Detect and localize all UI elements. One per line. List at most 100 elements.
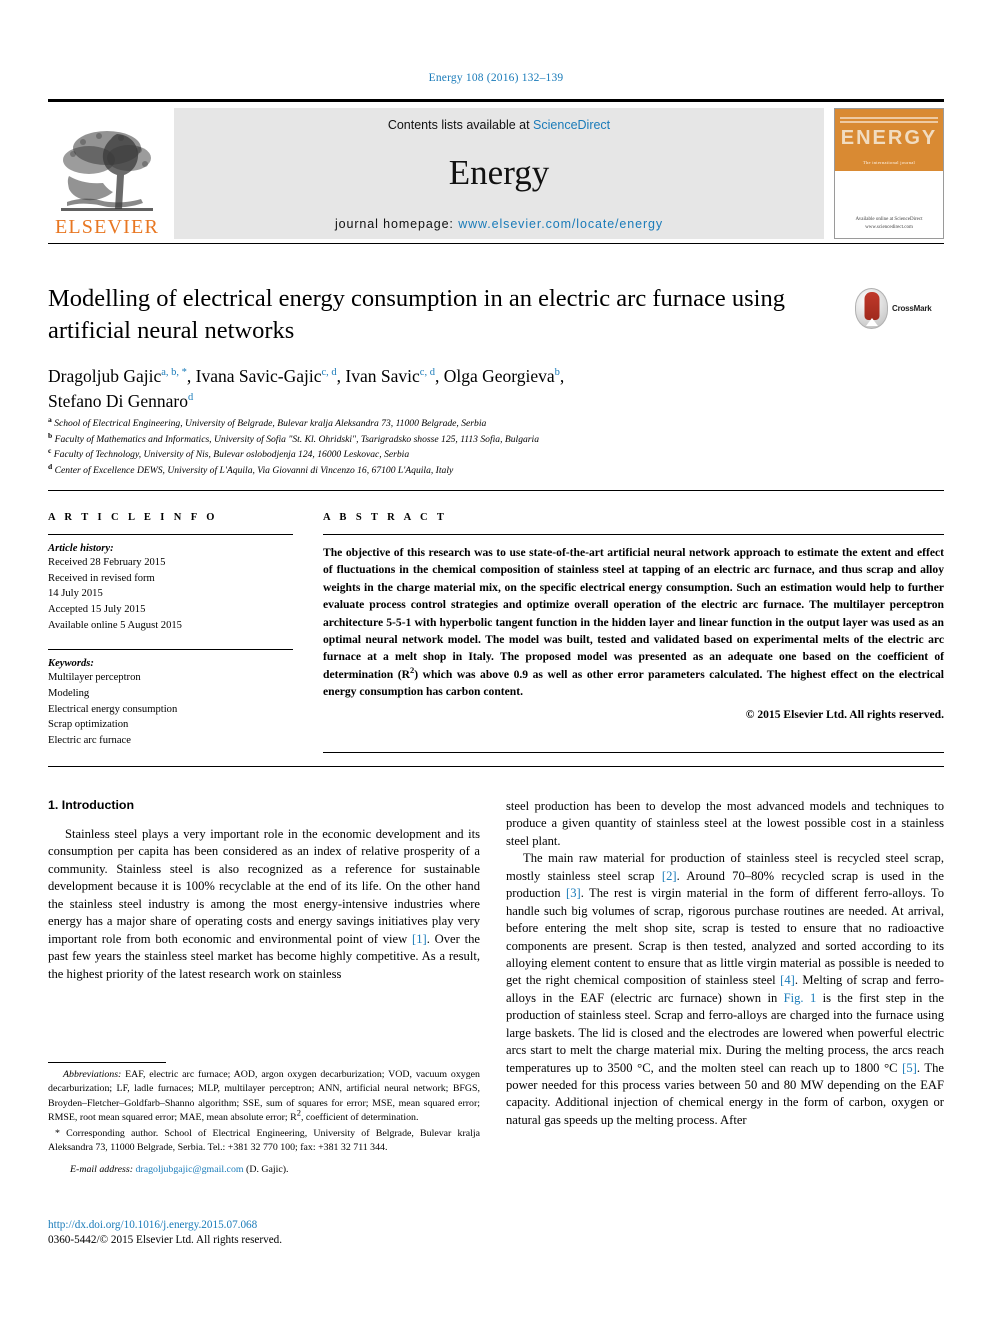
affiliation-list: a School of Electrical Engineering, Univ… xyxy=(48,416,908,478)
body-column-left: 1. Introduction Stainless steel plays a … xyxy=(48,798,480,983)
author-name: Stefano Di Gennaro xyxy=(48,391,188,412)
elsevier-tree-icon xyxy=(55,122,159,216)
doi-link[interactable]: http://dx.doi.org/10.1016/j.energy.2015.… xyxy=(48,1218,498,1233)
journal-cover-thumbnail: ENERGY The international journal Availab… xyxy=(834,108,944,239)
keyword-item: Modeling xyxy=(48,688,90,700)
paragraph: Stainless steel plays a very important r… xyxy=(48,826,480,983)
author-affil-marks: c, d xyxy=(321,366,337,378)
footnotes-block: Abbreviations: EAF, electric arc furnace… xyxy=(48,1068,480,1179)
running-head: Energy 108 (2016) 132–139 xyxy=(428,72,564,84)
journal-homepage-line: journal homepage: www.elsevier.com/locat… xyxy=(335,217,663,231)
keyword-item: Multilayer perceptron xyxy=(48,672,141,684)
author-list: Dragoljub Gajica, b, *, Ivana Savic-Gaji… xyxy=(48,364,838,415)
paragraph-text: Stainless steel plays a very important r… xyxy=(48,827,480,946)
article-history-item: Received in revised form xyxy=(48,572,155,584)
info-divider-top xyxy=(48,490,944,491)
paragraph: The main raw material for production of … xyxy=(506,850,944,1129)
affiliation-text: Center of Excellence DEWS, University of… xyxy=(54,464,454,476)
info-divider-bottom xyxy=(48,766,944,767)
citation-ref-3[interactable]: [3] xyxy=(566,886,581,900)
paper-page: Energy 108 (2016) 132–139 ELSEVIER Conte… xyxy=(0,0,992,1323)
citation-ref-2[interactable]: [2] xyxy=(662,869,677,883)
keyword-item: Electrical energy consumption xyxy=(48,703,178,715)
abstract-text-part2: ) which was above 0.9 as well as other e… xyxy=(323,667,944,699)
paragraph-text: steel production has been to develop the… xyxy=(506,799,944,848)
abbreviations-label: Abbreviations: xyxy=(63,1069,122,1080)
keyword-item: Scrap optimization xyxy=(48,719,129,731)
article-history-item: 14 July 2015 xyxy=(48,588,103,600)
keywords-rule xyxy=(48,649,293,651)
affiliation-item: a School of Electrical Engineering, Univ… xyxy=(48,416,908,432)
page-title: Modelling of electrical energy consumpti… xyxy=(48,285,785,344)
affiliation-mark: b xyxy=(48,430,53,440)
footnote-abbreviations: Abbreviations: EAF, electric arc furnace… xyxy=(48,1068,480,1125)
author-name: Olga Georgieva xyxy=(443,365,555,386)
author-name: Ivan Savic xyxy=(345,365,420,386)
abstract-text-part1: The objective of this research was to us… xyxy=(323,546,944,681)
homepage-prefix: journal homepage: xyxy=(334,217,459,231)
email-owner: (D. Gajic). xyxy=(243,1163,289,1175)
affiliation-text: School of Electrical Engineering, Univer… xyxy=(54,418,487,429)
abstract-rule xyxy=(323,534,944,535)
cover-bottom-panel: Available online at ScienceDirect www.sc… xyxy=(835,171,943,238)
journal-homepage-link[interactable]: www.elsevier.com/locate/energy xyxy=(458,217,663,231)
section-heading-introduction: 1. Introduction xyxy=(48,798,135,812)
article-history-item: Received 28 February 2015 xyxy=(48,557,166,568)
cover-sciencedirect-note: Available online at ScienceDirect www.sc… xyxy=(855,217,923,230)
sciencedirect-link[interactable]: ScienceDirect xyxy=(533,118,610,132)
author-name: Ivana Savic-Gajic xyxy=(195,365,322,386)
article-info-heading: A R T I C L E I N F O xyxy=(48,512,218,523)
author-name: Dragoljub Gajic xyxy=(48,365,162,386)
affiliation-mark: a xyxy=(48,414,52,424)
email-link[interactable]: dragoljubgajic@gmail.com xyxy=(135,1164,243,1175)
cover-top-panel: ENERGY The international journal xyxy=(835,109,943,171)
paragraph: steel production has been to develop the… xyxy=(506,798,944,850)
author-affil-marks: d xyxy=(187,392,194,404)
cover-journal-title: ENERGY xyxy=(840,127,938,149)
citation-ref-1[interactable]: [1] xyxy=(412,932,427,946)
footnote-corresponding-author: * Corresponding author. School of Electr… xyxy=(48,1128,480,1154)
footnote-email: E-mail address: dragoljubgajic@gmail.com… xyxy=(48,1163,480,1177)
figure-ref-1[interactable]: Fig. 1 xyxy=(784,991,817,1005)
abstract-block: A B S T R A C T The objective of this re… xyxy=(323,512,944,721)
contents-available-line: Contents lists available at ScienceDirec… xyxy=(388,118,610,132)
elsevier-logo: ELSEVIER xyxy=(48,108,166,239)
citation-ref-4[interactable]: [4] xyxy=(780,973,795,987)
crossmark-badge[interactable]: CrossMark xyxy=(855,287,932,329)
citation-ref-5[interactable]: [5] xyxy=(902,1061,917,1075)
abstract-heading: A B S T R A C T xyxy=(323,512,448,523)
crossmark-label: CrossMark xyxy=(892,303,932,313)
affiliation-item: b Faculty of Mathematics and Informatics… xyxy=(48,430,908,448)
journal-masthead: ELSEVIER Contents lists available at Sci… xyxy=(48,99,944,239)
article-history-item: Accepted 15 July 2015 xyxy=(48,604,146,616)
abstract-divider-bottom xyxy=(323,752,944,753)
author-sep: , xyxy=(559,365,565,386)
footnote-divider xyxy=(48,1062,166,1063)
affiliation-mark: c xyxy=(48,445,52,455)
affiliation-item: d Center of Excellence DEWS, University … xyxy=(48,461,908,479)
email-label: E-mail address: xyxy=(70,1163,133,1175)
affiliation-text: Faculty of Technology, University of Nis… xyxy=(53,449,410,461)
author-affil-marks: a, b, * xyxy=(161,366,187,378)
journal-band: Contents lists available at ScienceDirec… xyxy=(174,108,824,239)
article-info-rule xyxy=(48,534,293,535)
article-info-block: A R T I C L E I N F O Article history: R… xyxy=(48,512,296,749)
affiliation-mark: d xyxy=(48,461,53,471)
affiliation-item: c Faculty of Technology, University of N… xyxy=(48,447,908,463)
abbreviations-tail: , coefficient of determination. xyxy=(300,1111,419,1123)
cover-journal-subtitle: The international journal xyxy=(862,160,916,165)
cover-microtext-lines xyxy=(840,117,938,123)
issn-copyright: 0360-5442/© 2015 Elsevier Ltd. All right… xyxy=(48,1234,283,1247)
keywords-label: Keywords: xyxy=(48,658,94,670)
affiliation-text: Faculty of Mathematics and Informatics, … xyxy=(54,433,539,445)
article-history-label: Article history: xyxy=(48,543,114,554)
body-column-right: steel production has been to develop the… xyxy=(506,798,944,1129)
contents-prefix: Contents lists available at xyxy=(387,118,534,132)
crossmark-icon xyxy=(855,287,888,329)
author-affil-marks: c, d xyxy=(419,366,435,378)
footer-doi-block: http://dx.doi.org/10.1016/j.energy.2015.… xyxy=(48,1218,498,1249)
title-divider xyxy=(48,243,944,244)
abstract-copyright: © 2015 Elsevier Ltd. All rights reserved… xyxy=(745,707,944,721)
article-history-item: Available online 5 August 2015 xyxy=(48,619,182,631)
author-sep: , xyxy=(186,365,196,386)
